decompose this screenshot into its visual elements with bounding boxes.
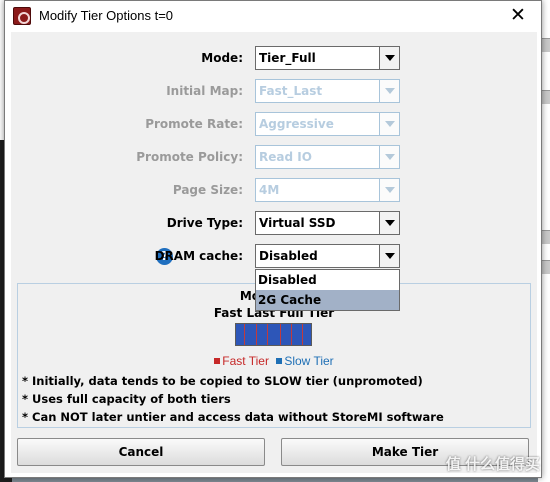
dram-cache-select[interactable]: Disabled (255, 244, 400, 268)
mode-select[interactable]: Tier_Full (255, 46, 400, 70)
chevron-down-icon (385, 220, 395, 226)
mode-value: Tier_Full (259, 51, 316, 65)
cancel-button[interactable]: Cancel (17, 438, 265, 466)
initial-map-select[interactable]: Fast_Last (255, 79, 400, 103)
title-bar: Modify Tier Options t=0 ✕ (5, 1, 541, 31)
chevron-down-icon (385, 88, 395, 94)
legend-fast-label: Fast Tier (222, 354, 269, 368)
legend-fast: Fast Tier (214, 354, 269, 368)
chevron-down-icon (385, 55, 395, 61)
promote-rate-value: Aggressive (259, 117, 334, 131)
initial-map-value: Fast_Last (259, 84, 323, 98)
legend-slow: Slow Tier (276, 354, 334, 368)
fast-tier-stripe (302, 324, 303, 345)
close-icon[interactable]: ✕ (495, 1, 541, 31)
drive-type-value: Virtual SSD (259, 216, 336, 230)
mode-label: Mode: (201, 51, 243, 65)
chevron-down-icon (385, 121, 395, 127)
legend-fast-swatch (214, 358, 221, 364)
dialog-title: Modify Tier Options t=0 (39, 8, 174, 23)
promote-policy-label: Promote Policy: (136, 150, 243, 164)
dropdown-option-disabled[interactable]: Disabled (256, 270, 399, 290)
promote-policy-value: Read IO (259, 150, 312, 164)
dropdown-option-2g-cache[interactable]: 2G Cache (256, 290, 399, 310)
promote-rate-label: Promote Rate: (145, 117, 243, 131)
info-note: * Initially, data tends to be copied to … (22, 374, 423, 388)
initial-map-dropdown-button[interactable] (379, 80, 399, 102)
app-icon (13, 7, 31, 25)
modify-tier-dialog: Modify Tier Options t=0 ✕ Mode: Tier_Ful… (4, 0, 542, 478)
legend-slow-label: Slow Tier (284, 354, 334, 368)
chevron-down-icon (385, 154, 395, 160)
promote-rate-dropdown-button[interactable] (379, 113, 399, 135)
drive-type-dropdown-button[interactable] (379, 212, 399, 234)
tier-map-graphic (235, 323, 312, 346)
promote-rate-select[interactable]: Aggressive (255, 112, 400, 136)
chevron-down-icon (385, 253, 395, 259)
legend-slow-swatch (276, 358, 283, 364)
page-size-select[interactable]: 4M (255, 178, 400, 202)
page-size-value: 4M (259, 183, 280, 197)
page-size-dropdown-button[interactable] (379, 179, 399, 201)
fast-tier-stripe (267, 324, 268, 345)
drive-type-select[interactable]: Virtual SSD (255, 211, 400, 235)
promote-policy-select[interactable]: Read IO (255, 145, 400, 169)
watermark: 值 什么值得买 (445, 456, 540, 473)
fast-tier-stripe (291, 324, 292, 345)
page-size-label: Page Size: (172, 183, 243, 197)
dram-cache-label: DRAM cache: (154, 249, 243, 263)
initial-map-label: Initial Map: (166, 84, 243, 98)
fast-tier-stripe (280, 324, 281, 345)
drive-type-label: Drive Type: (166, 216, 243, 230)
fast-tier-stripe (244, 324, 245, 345)
fast-tier-stripe (256, 324, 257, 345)
tier-legend: Fast Tier Slow Tier (18, 354, 530, 368)
chevron-down-icon (385, 187, 395, 193)
info-note: * Can NOT later untier and access data w… (22, 410, 444, 424)
promote-policy-dropdown-button[interactable] (379, 146, 399, 168)
dram-cache-value: Disabled (259, 249, 318, 263)
dram-cache-dropdown-list: Disabled 2G Cache (255, 269, 400, 311)
info-note: * Uses full capacity of both tiers (22, 392, 231, 406)
dram-cache-dropdown-button[interactable] (379, 245, 399, 267)
dialog-body: Mode: Tier_Full Initial Map: Fast_Last P… (11, 32, 537, 473)
mode-dropdown-button[interactable] (379, 47, 399, 69)
